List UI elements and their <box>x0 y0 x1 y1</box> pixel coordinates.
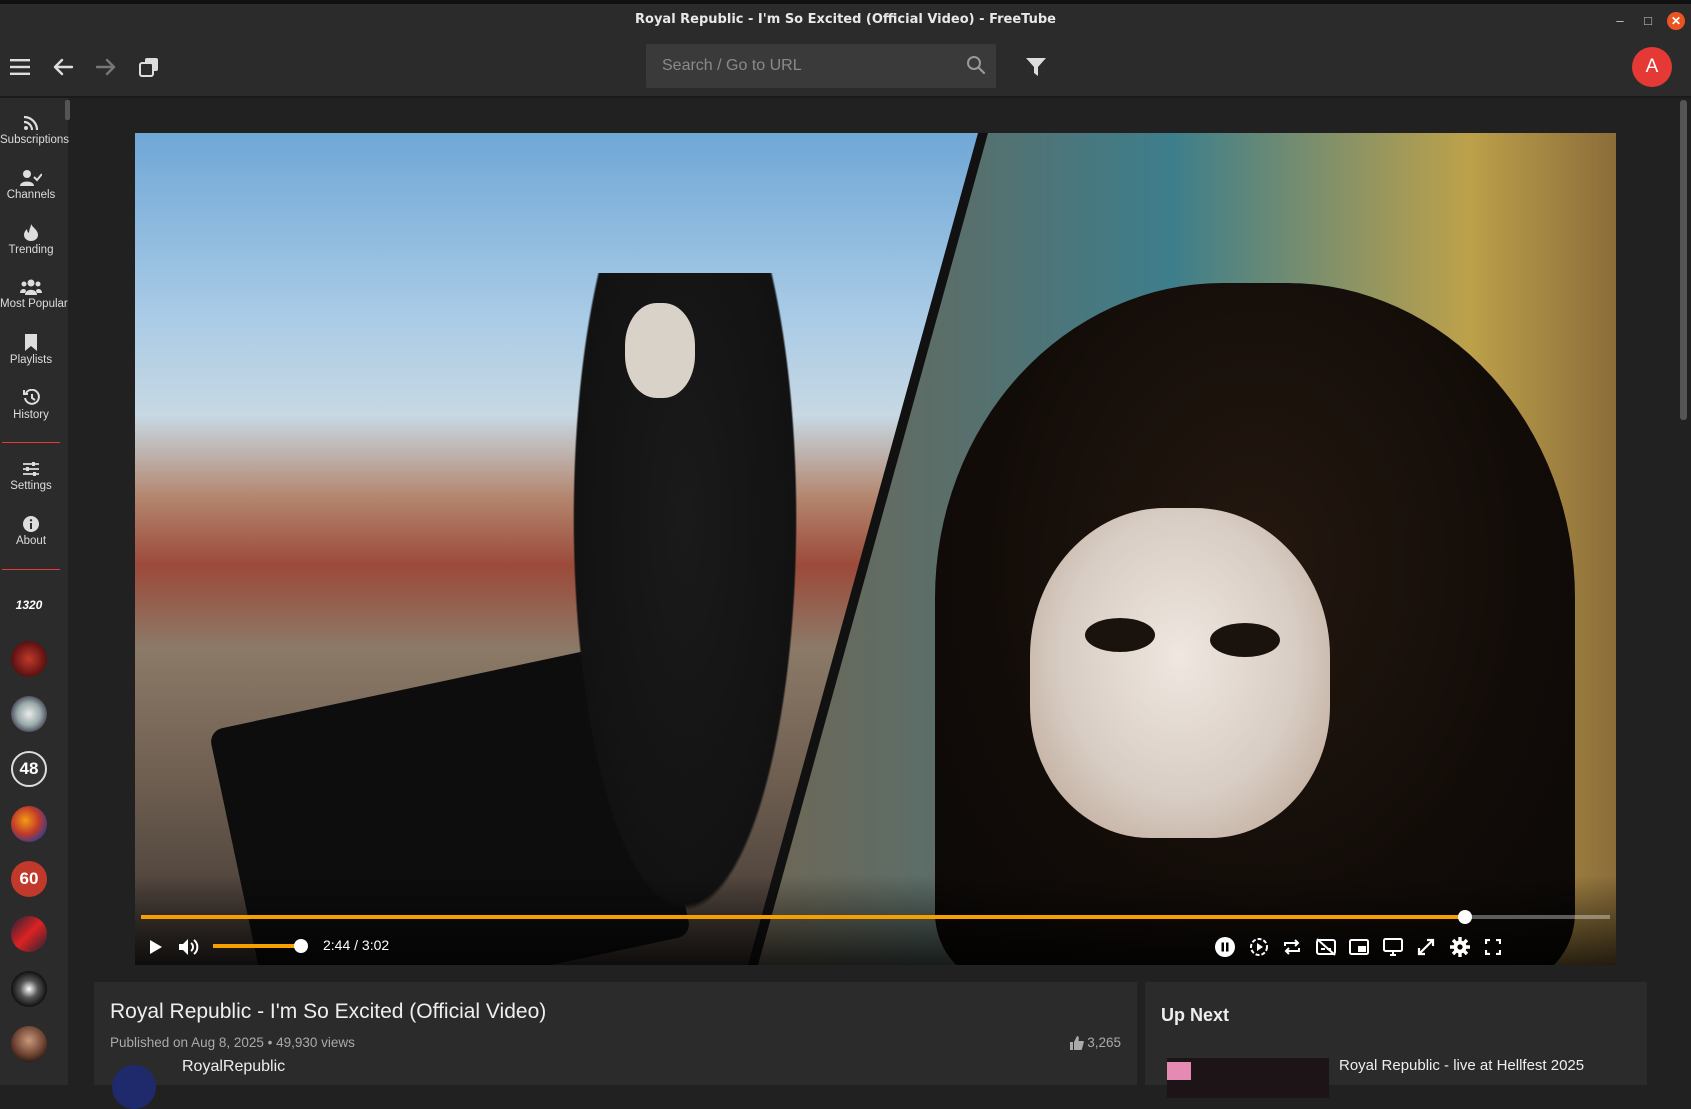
back-icon[interactable] <box>50 54 76 80</box>
history-icon <box>22 389 40 405</box>
bookmark-icon <box>25 334 37 351</box>
picture-in-picture-icon <box>1349 939 1369 955</box>
sidebar-item-label: Trending <box>8 244 54 256</box>
up-next-item-title[interactable]: Royal Republic - live at Hellfest 2025 <box>1339 1057 1584 1074</box>
gear-icon <box>1450 937 1470 957</box>
search-icon[interactable] <box>966 55 986 80</box>
sidebar: Subscriptions Channels Trending Most Pop… <box>0 98 70 1085</box>
volume-level <box>213 944 302 948</box>
window-title: Royal Republic - I'm So Excited (Officia… <box>635 12 1056 27</box>
sidebar-item-label: Subscriptions <box>0 134 70 146</box>
channel-avatar-60[interactable]: 60 <box>11 861 47 897</box>
user-check-icon <box>20 170 42 186</box>
fire-icon <box>24 224 38 241</box>
like-count-value: 3,265 <box>1087 1035 1121 1050</box>
minimize-button[interactable]: – <box>1611 12 1629 30</box>
up-next-header: Up Next <box>1161 1005 1230 1025</box>
autoplay-button[interactable] <box>1245 933 1273 961</box>
settings-button[interactable] <box>1446 933 1474 961</box>
video-title: Royal Republic - I'm So Excited (Officia… <box>110 1000 547 1023</box>
app-topbar: A <box>0 38 1691 98</box>
sidebar-item-label: About <box>15 535 47 547</box>
video-info-panel: Royal Republic - I'm So Excited (Officia… <box>94 982 1137 1109</box>
rss-icon <box>23 115 39 131</box>
sidebar-item-label: History <box>13 409 49 421</box>
filter-icon[interactable] <box>1023 54 1049 80</box>
volume-slider[interactable] <box>213 939 309 953</box>
sidebar-item-most-popular[interactable]: Most Popular <box>0 279 68 310</box>
sidebar-scrollbar[interactable] <box>65 100 70 120</box>
play-icon <box>150 940 162 954</box>
sidebar-item-trending[interactable]: Trending <box>0 224 62 256</box>
channel-avatar[interactable] <box>11 696 47 732</box>
like-count: 3,265 <box>1070 1035 1121 1050</box>
autoplay-pause-button[interactable] <box>1211 933 1239 961</box>
repeat-icon <box>1284 939 1300 955</box>
sidebar-divider <box>2 442 60 443</box>
video-frame <box>625 303 695 398</box>
sidebar-item-about[interactable]: About <box>0 516 62 547</box>
search-box <box>646 44 996 88</box>
sidebar-item-history[interactable]: History <box>0 389 62 421</box>
sidebar-item-label: Channels <box>6 189 56 201</box>
channel-name[interactable]: RoyalRepublic <box>182 1058 285 1076</box>
autoplay-icon <box>1250 938 1268 956</box>
picture-in-picture-button[interactable] <box>1345 933 1373 961</box>
mute-button[interactable] <box>175 933 203 961</box>
thumbs-up-icon <box>1070 1035 1085 1050</box>
sidebar-item-subscriptions[interactable]: Subscriptions <box>0 115 70 146</box>
seek-bar[interactable] <box>141 910 1610 924</box>
channel-avatar-1320[interactable]: 1320 <box>11 587 47 623</box>
sliders-icon <box>23 462 39 476</box>
video-meta: Published on Aug 8, 2025 • 49,930 views <box>110 1035 355 1050</box>
captions-off-button[interactable] <box>1312 933 1340 961</box>
info-icon <box>23 516 39 532</box>
channel-avatar-48[interactable]: 48 <box>11 751 47 787</box>
channel-avatar[interactable] <box>11 1026 47 1062</box>
expand-diagonal-icon <box>1417 938 1435 956</box>
seek-bar-progress <box>141 915 1465 919</box>
volume-icon <box>179 939 199 955</box>
theatre-mode-button[interactable] <box>1379 933 1407 961</box>
sidebar-item-channels[interactable]: Channels <box>0 170 62 201</box>
fullscreen-button[interactable] <box>1479 933 1507 961</box>
channel-avatar[interactable] <box>11 916 47 952</box>
full-window-button[interactable] <box>1412 933 1440 961</box>
new-window-icon[interactable] <box>136 54 162 80</box>
sidebar-item-label: Most Popular <box>0 298 68 310</box>
pause-circle-icon <box>1215 937 1235 957</box>
captions-off-icon <box>1316 938 1336 956</box>
up-next-panel: Up Next Royal Republic - live at Hellfes… <box>1145 982 1647 1098</box>
channel-avatar[interactable] <box>112 1065 156 1109</box>
video-player[interactable]: 2:44 / 3:02 <box>135 133 1616 965</box>
sidebar-item-label: Settings <box>10 480 52 492</box>
play-button[interactable] <box>142 933 170 961</box>
seek-bar-handle[interactable] <box>1457 910 1472 924</box>
channel-avatar[interactable] <box>11 971 47 1007</box>
channel-avatar[interactable] <box>11 806 47 842</box>
time-display: 2:44 / 3:02 <box>323 937 390 953</box>
close-button[interactable]: ✕ <box>1667 12 1685 30</box>
sidebar-item-settings[interactable]: Settings <box>0 461 62 492</box>
search-input[interactable] <box>662 44 952 88</box>
fullscreen-icon <box>1485 939 1501 955</box>
up-next-thumbnail[interactable] <box>1167 1058 1329 1098</box>
main-scrollbar[interactable] <box>1680 100 1687 420</box>
sidebar-item-playlists[interactable]: Playlists <box>0 334 62 366</box>
sidebar-divider <box>2 569 60 570</box>
window-titlebar: Royal Republic - I'm So Excited (Officia… <box>0 0 1691 38</box>
forward-icon[interactable] <box>93 54 119 80</box>
loop-button[interactable] <box>1278 933 1306 961</box>
sidebar-item-label: Playlists <box>9 354 53 366</box>
menu-icon[interactable] <box>7 54 33 80</box>
video-frame <box>1030 508 1330 838</box>
display-icon <box>1383 938 1403 956</box>
profile-avatar[interactable]: A <box>1632 47 1672 87</box>
channel-avatar[interactable] <box>11 641 47 677</box>
maximize-button[interactable]: □ <box>1639 12 1657 30</box>
users-icon <box>20 279 42 295</box>
